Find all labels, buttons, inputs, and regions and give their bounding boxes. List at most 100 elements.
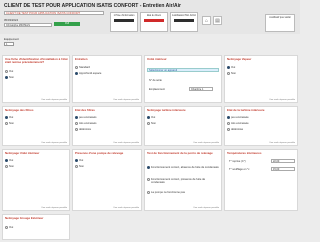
radio[interactable] [75,72,78,75]
radio[interactable] [5,76,8,79]
info-chip [114,19,134,23]
location-select[interactable]: Chambre 1 [189,87,213,91]
radio[interactable] [75,165,78,168]
radio[interactable] [147,122,150,125]
option-oui[interactable]: Oui [5,116,13,119]
home-icon[interactable]: ⌂ [202,16,211,25]
radio[interactable] [227,128,230,131]
option-oui[interactable]: Oui [227,66,235,69]
reprise-input[interactable]: 22,00 [271,159,295,163]
radio[interactable] [147,166,150,169]
right-box[interactable]: Justificatif pour air/air [265,14,295,32]
justification-box[interactable]: Justification PAC Air/Air [170,12,198,32]
radio[interactable] [147,178,150,181]
card-etat-filtres: Etat des filtres peu encrassés très encr… [72,106,142,146]
option-ne-fonctionne-pas[interactable]: La pompe ne fonctionne pas [147,191,219,194]
card-title: Nettoyage turbine intérieure [147,107,186,112]
soufflage-input[interactable]: 15,00 [271,167,295,171]
option-oui[interactable]: Oui [5,159,13,162]
card-title: Nettoyage des filtres [5,107,34,112]
card-etat-turbine: Etat de la turbine intérieure peu encras… [224,106,298,146]
card-title: Présence d'une pompe de relevage [75,150,124,155]
radio[interactable] [227,66,230,69]
option-non[interactable]: Non [5,122,14,125]
radio[interactable] [75,159,78,162]
radio[interactable] [147,191,150,194]
option-non[interactable]: Non [227,72,236,75]
right-box-label: Justificatif pour air/air [269,17,291,19]
card-test-pompe: Test de fonctionnement de la pom'e de re… [144,149,222,211]
option-standard[interactable]: Standard [75,66,90,69]
note: Une seule réponse possible [193,141,219,144]
card-identification: Une fiche d'identification d'installatio… [2,55,70,103]
info-box[interactable]: 1 Prise d'information [110,12,138,32]
option-oui[interactable]: Oui [75,159,83,162]
radio[interactable] [227,116,230,119]
card-temperatures: Températures intérieures T° reprise (C°)… [224,149,298,211]
card-pompe-relevage: Présence d'une pompe de relevage Oui Non… [72,149,142,211]
radio[interactable] [75,116,78,119]
card-entretien: Entretien Standard Approfondi espace Une… [72,55,142,103]
radio[interactable] [5,122,8,125]
serial-label: N° de série [149,79,162,82]
radio[interactable] [5,226,8,229]
client-state-label: Etat du Client [147,15,161,17]
note: Une seule réponse possible [269,98,295,101]
option-non[interactable]: Non [75,165,84,168]
option-oui[interactable]: Oui [5,70,13,73]
option-peu-encrassee[interactable]: peu encrassée [227,116,249,119]
note: Une seule réponse possible [193,206,219,209]
card-title: Nettoyage Unité intérieur [5,150,40,155]
reprise-label: T° reprise (C°) [229,160,246,163]
technician-field[interactable]: Christophe MICHELS [4,23,52,27]
radio[interactable] [5,70,8,73]
card-nettoyage-vapeur: Nettoyage Vapeur Oui Non Une seule répon… [224,55,298,103]
radio[interactable] [227,122,230,125]
note: Une seule réponse possible [113,206,139,209]
option-correct-sans-fuite[interactable]: Fonctionnement correct, absence de fuite… [147,166,219,169]
option-deteriores[interactable]: détériorés [75,128,91,131]
radio[interactable] [227,72,230,75]
client-state-box[interactable]: Etat du Client [140,12,168,32]
info-label: 1 Prise d'information [113,15,135,17]
page-title: CLIENT DE TEST POUR APPLICATION ISATIS C… [4,3,181,9]
option-non[interactable]: Non [5,165,14,168]
radio[interactable] [75,122,78,125]
soufflage-label: T° soufflage en °c [229,168,250,171]
card-title: Entretien [75,56,88,61]
option-oui[interactable]: Oui [147,116,155,119]
option-non[interactable]: Non [5,76,14,79]
card-title: Unité intérieur [147,56,167,61]
date-text: 05/03/2024 [4,18,18,22]
option-tres-encrasses[interactable]: très encrassés [75,122,96,125]
option-tres-encrassee[interactable]: très encrassée [227,122,249,125]
card-title: Etat des filtres [75,107,95,112]
card-title: Nettoyage Grouge Extérieur [5,215,44,220]
equipment-select[interactable]: 1 [4,42,14,46]
option-approfondi[interactable]: Approfondi espace [75,72,101,75]
option-correct-avec-fuite[interactable]: Fonctionnement correct, présence de fuit… [147,178,219,184]
justification-label: Justification PAC Air/Air [172,15,196,17]
radio[interactable] [75,66,78,69]
option-non[interactable]: Non [147,122,156,125]
chart-icon[interactable]: ▤ [213,16,222,25]
note: Une seule réponse possible [41,206,67,209]
card-nettoyage-turbine: Nettoyage turbine intérieure Oui Non Une… [144,106,222,146]
card-nettoyage-groupe-exterieur: Nettoyage Grouge Extérieur Oui [2,214,70,240]
radio[interactable] [147,116,150,119]
radio[interactable] [5,116,8,119]
radio[interactable] [5,165,8,168]
device-select[interactable]: Sélectionner un appareil [147,68,219,72]
location-label: Emplacement [149,88,165,91]
card-title: Test de fonctionnement de la pom'e de re… [147,150,213,155]
note: Une seule réponse possible [269,141,295,144]
header-bar: CLIENT DE TEST POUR APPLICATION ISATIS C… [0,0,300,34]
card-nettoyage-unite: Nettoyage Unité intérieur Oui Non Une se… [2,149,70,211]
option-oui[interactable]: Oui [5,226,13,229]
radio[interactable] [5,159,8,162]
radio[interactable] [75,128,78,131]
client-field[interactable]: CLIENT DE TEST POUR APPLICATION ISATIS C… [4,11,104,15]
note: Une seule réponse possible [113,141,139,144]
option-peu-encrasses[interactable]: peu encrassés [75,116,96,119]
option-deterioree[interactable]: détériorée [227,128,243,131]
